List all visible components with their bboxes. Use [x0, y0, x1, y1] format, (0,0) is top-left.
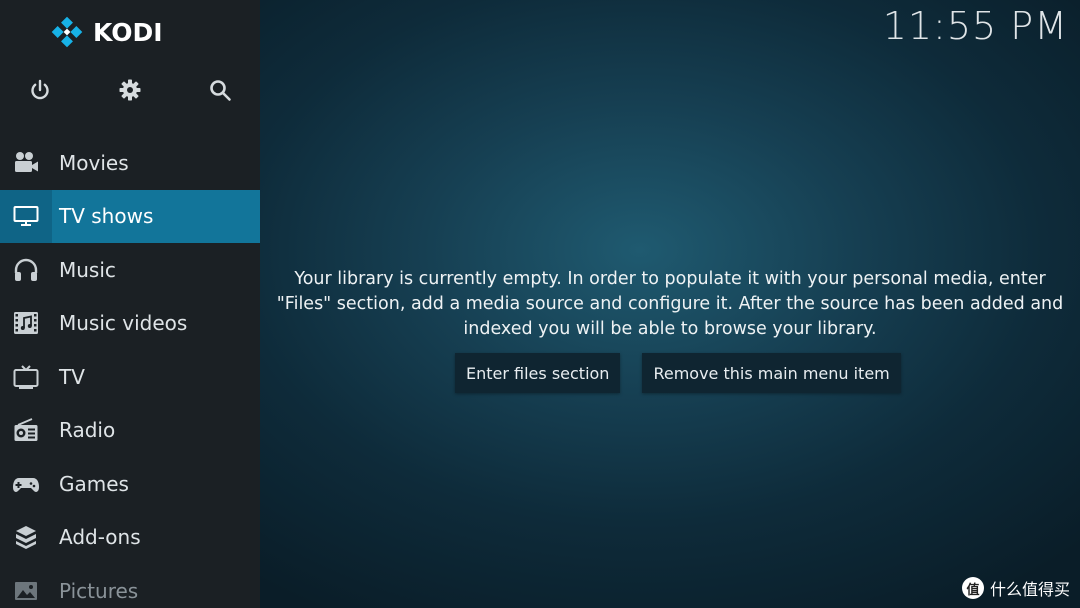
menu-item-games[interactable]: Games	[0, 457, 260, 511]
menu-item-label: Games	[59, 471, 129, 496]
menu-item-label: TV shows	[59, 204, 154, 229]
menu-item-label: Music	[59, 257, 116, 282]
logo-text: KODI	[93, 17, 163, 47]
monitor-icon	[13, 206, 39, 227]
gear-icon	[119, 79, 141, 101]
movie-camera-icon	[15, 151, 38, 172]
empty-library-actions: Enter files section Remove this main men…	[455, 353, 901, 393]
remove-main-menu-item-button[interactable]: Remove this main menu item	[642, 353, 901, 393]
watermark-text: 什么值得买	[989, 580, 1070, 599]
menu-item-music-videos[interactable]: Music videos	[0, 297, 260, 351]
search-icon	[210, 80, 231, 101]
settings-button[interactable]	[110, 70, 150, 110]
watermark-badge: 值	[961, 577, 984, 599]
menu-item-label: Music videos	[59, 311, 188, 336]
sidebar: KODI Movies TV shows Music Music videos …	[0, 0, 260, 608]
menu-item-label: Radio	[59, 418, 116, 443]
power-button[interactable]	[20, 70, 60, 110]
top-button-bar	[0, 70, 260, 110]
menu-item-label: Add-ons	[59, 525, 141, 550]
kodi-logo: KODI	[50, 14, 163, 50]
menu-item-tv[interactable]: TV	[0, 350, 260, 404]
menu-item-pictures[interactable]: Pictures	[0, 564, 260, 608]
enter-files-section-button[interactable]: Enter files section	[455, 353, 621, 393]
music-video-icon	[14, 312, 38, 335]
headphones-icon	[14, 258, 38, 281]
menu-item-label: TV	[59, 364, 85, 389]
clock: 11:55 PM	[882, 4, 1068, 48]
kodi-logo-icon	[51, 16, 83, 48]
pictures-icon	[15, 581, 37, 600]
menu-item-movies[interactable]: Movies	[0, 136, 260, 190]
menu-item-add-ons[interactable]: Add-ons	[0, 511, 260, 565]
radio-icon	[14, 418, 38, 442]
addons-box-icon	[16, 526, 36, 550]
power-icon	[31, 79, 49, 100]
main-menu: Movies TV shows Music Music videos TV Ra…	[0, 136, 260, 608]
search-button[interactable]	[200, 70, 240, 110]
watermark: 值 什么值得买	[961, 576, 1070, 600]
menu-item-label: Movies	[59, 150, 129, 175]
menu-item-tv-shows[interactable]: TV shows	[0, 189, 260, 243]
menu-item-music[interactable]: Music	[0, 243, 260, 297]
menu-item-label: Pictures	[59, 578, 139, 603]
menu-item-radio[interactable]: Radio	[0, 404, 260, 458]
tv-icon	[13, 365, 39, 389]
empty-library-message: Your library is currently empty. In orde…	[276, 269, 1064, 339]
gamepad-icon	[13, 477, 39, 492]
